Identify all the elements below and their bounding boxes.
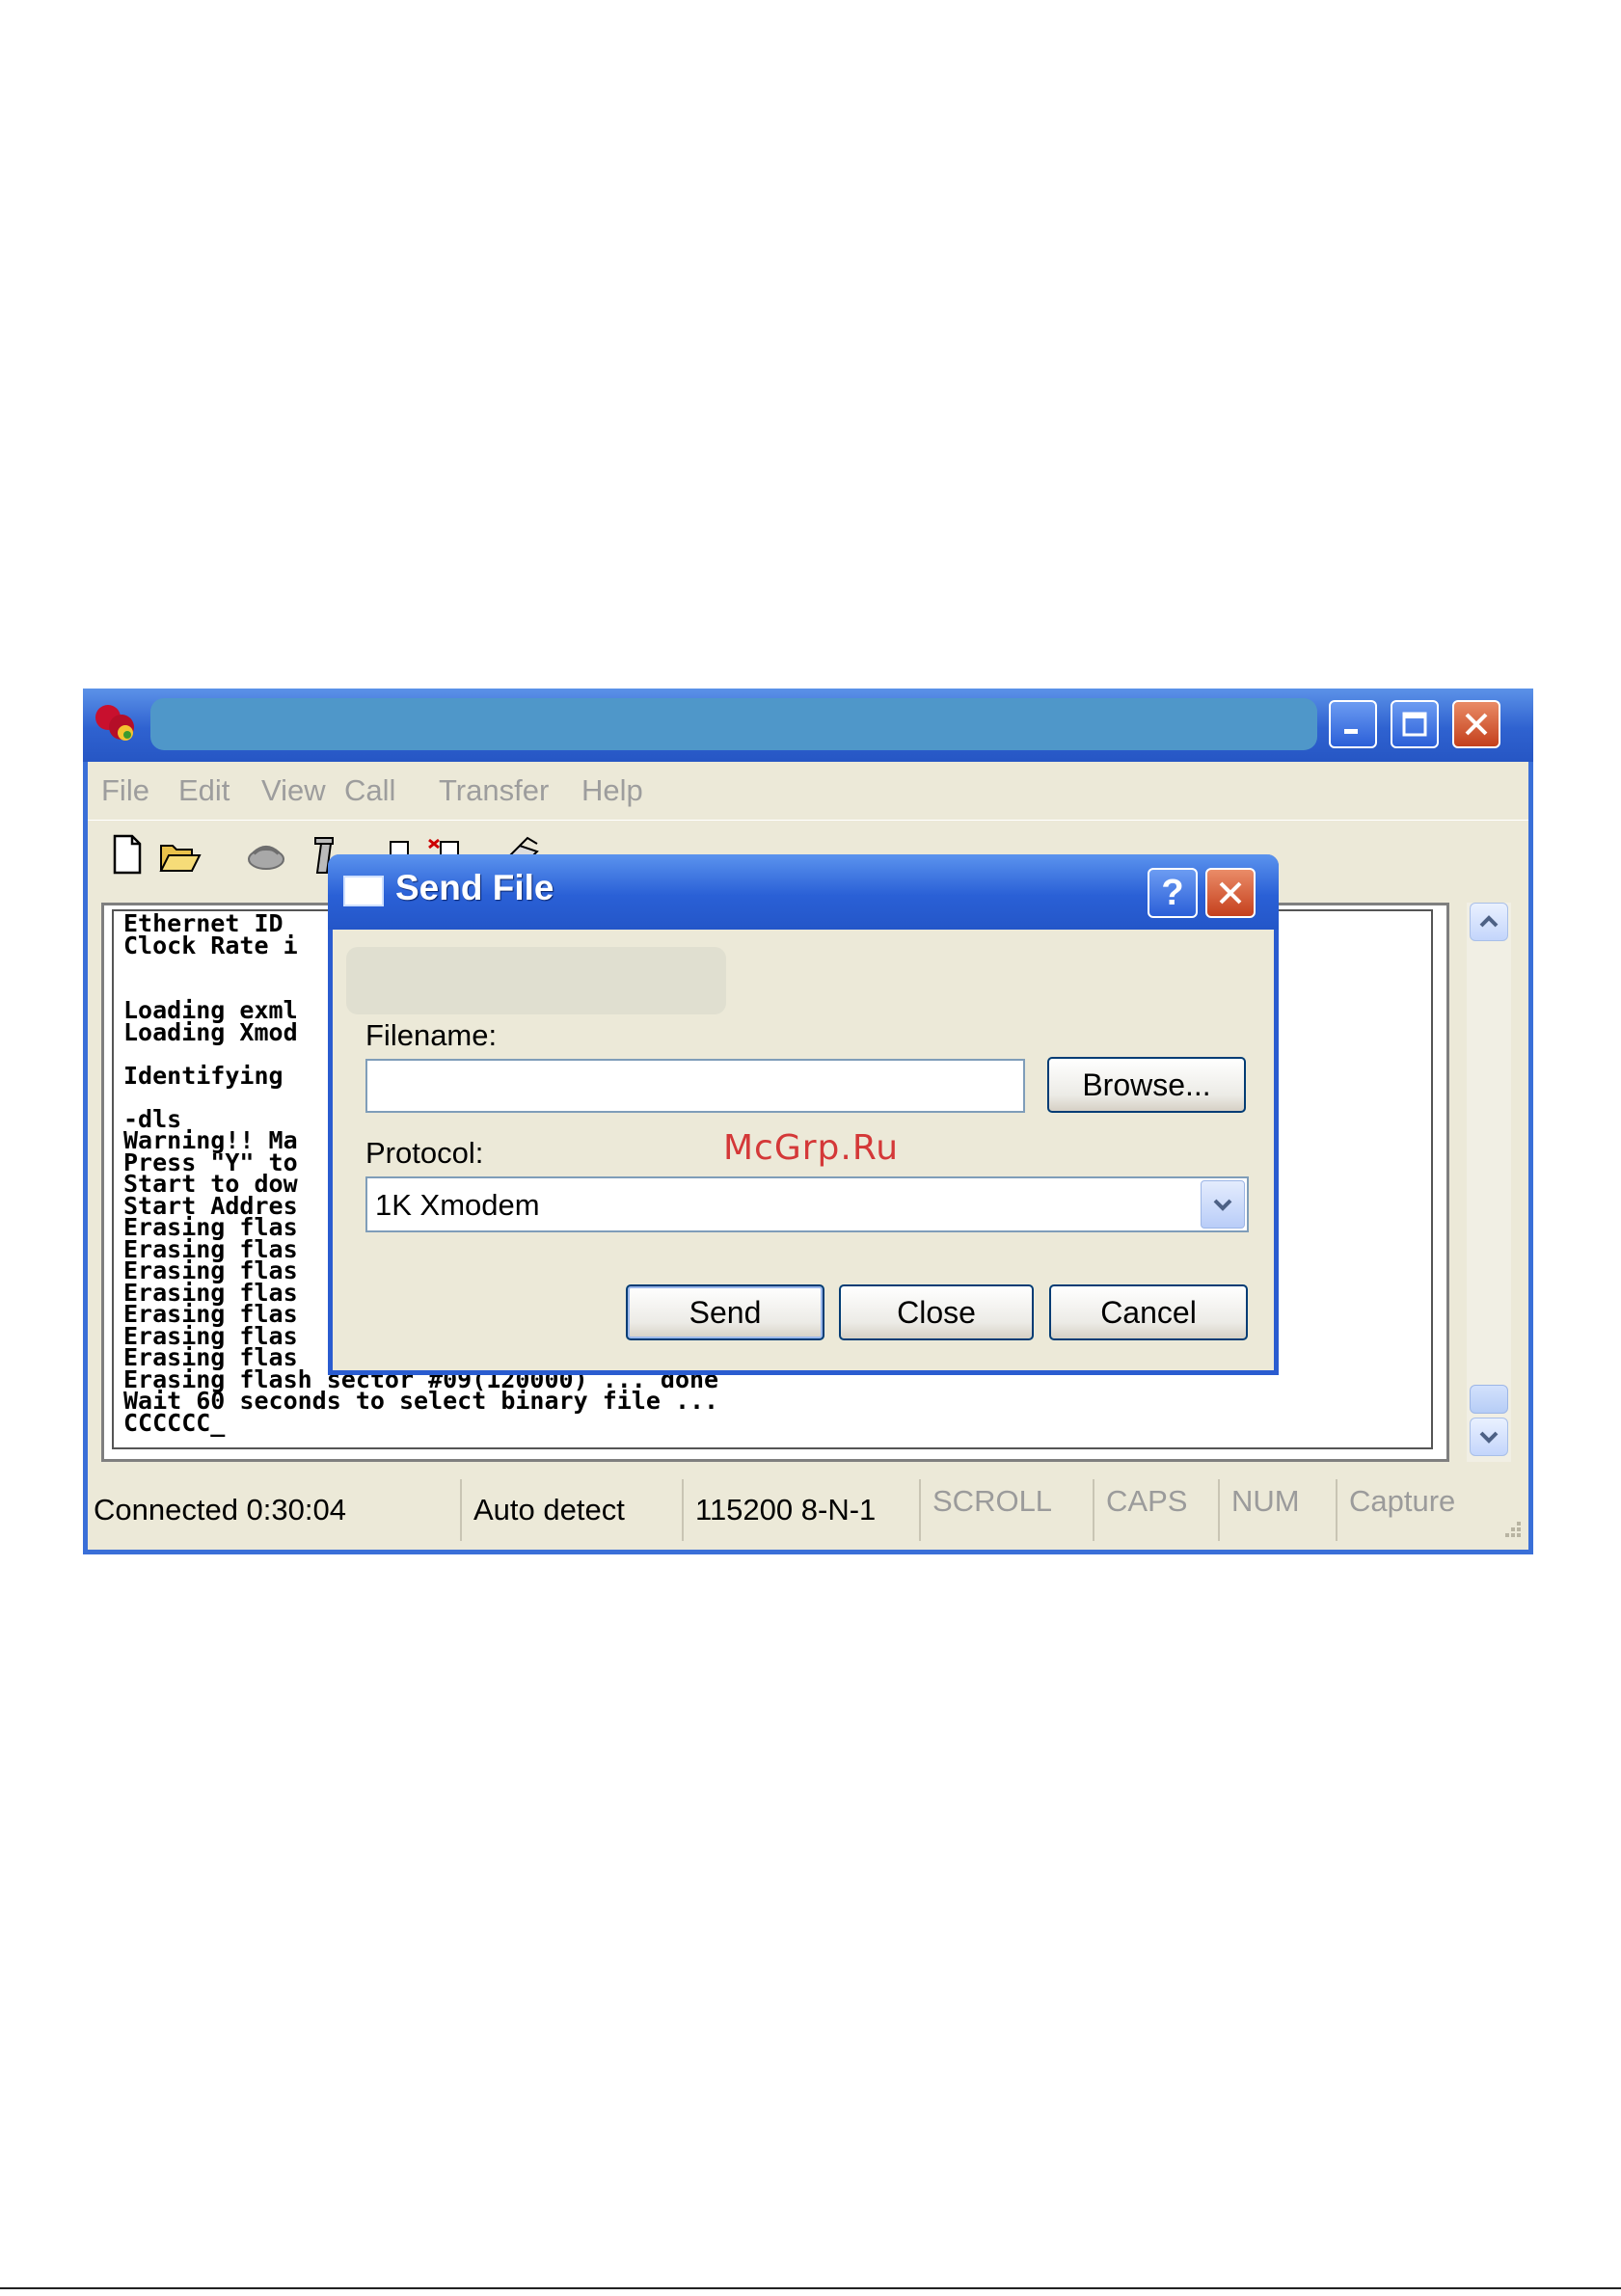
- maximize-icon: [1402, 712, 1427, 737]
- cancel-button[interactable]: Cancel: [1049, 1284, 1248, 1340]
- close-button[interactable]: [1452, 700, 1500, 748]
- send-button[interactable]: Send: [626, 1284, 824, 1340]
- terminal-line: Wait 60 seconds to select binary file ..…: [123, 1387, 719, 1415]
- filename-input[interactable]: [365, 1059, 1025, 1113]
- dialog-close-text-button[interactable]: Close: [839, 1284, 1034, 1340]
- send-file-dialog: Send File ? Filename: Browse... Protocol…: [328, 854, 1279, 1375]
- title-bar: [83, 689, 1533, 762]
- status-bar: Connected 0:30:04 Auto detect 115200 8-N…: [88, 1479, 1528, 1547]
- status-num: NUM: [1226, 1479, 1337, 1541]
- protocol-select[interactable]: 1K Xmodem: [365, 1176, 1249, 1232]
- dialog-title-bar: Send File ?: [328, 854, 1279, 930]
- menu-call[interactable]: Call: [344, 773, 395, 808]
- resize-grip-icon[interactable]: [1496, 1512, 1525, 1541]
- chevron-up-icon: [1479, 915, 1499, 928]
- chevron-down-icon: [1213, 1199, 1232, 1211]
- menu-view[interactable]: View: [261, 773, 326, 808]
- status-connected: Connected 0:30:04: [88, 1479, 462, 1541]
- browse-button[interactable]: Browse...: [1047, 1057, 1246, 1113]
- minimize-icon: [1344, 729, 1358, 734]
- dialog-close-button[interactable]: [1205, 868, 1256, 918]
- open-folder-icon[interactable]: [157, 832, 202, 877]
- menu-transfer[interactable]: Transfer: [439, 773, 549, 808]
- watermark-text: McGrp.Ru: [723, 1128, 900, 1168]
- status-port: 115200 8-N-1: [689, 1479, 921, 1541]
- status-caps: CAPS: [1100, 1479, 1220, 1541]
- connect-icon[interactable]: [244, 832, 288, 877]
- close-icon: [1219, 881, 1242, 905]
- terminal-scrollbar[interactable]: [1467, 903, 1511, 1462]
- status-capture: Capture: [1349, 1484, 1456, 1518]
- help-button[interactable]: ?: [1148, 868, 1198, 918]
- menu-edit[interactable]: Edit: [178, 773, 230, 808]
- dialog-window-icon: [343, 876, 384, 906]
- scroll-down-button[interactable]: [1470, 1418, 1508, 1456]
- chevron-down-icon: [1479, 1431, 1499, 1444]
- window-title: [150, 698, 1317, 750]
- scroll-thumb[interactable]: [1470, 1385, 1508, 1414]
- terminal-line: CCCCCC_: [123, 1408, 226, 1437]
- dialog-title: Send File: [395, 868, 554, 907]
- scroll-up-button[interactable]: [1470, 903, 1508, 941]
- menu-bar: File Edit View Call Transfer Help: [88, 762, 1528, 820]
- close-icon: [1465, 713, 1488, 736]
- protocol-label: Protocol:: [365, 1136, 484, 1170]
- status-detect: Auto detect: [468, 1479, 684, 1541]
- menu-file[interactable]: File: [101, 773, 149, 808]
- maximize-button[interactable]: [1391, 700, 1439, 748]
- protocol-value: 1K Xmodem: [375, 1188, 540, 1222]
- filename-label: Filename:: [365, 1018, 498, 1052]
- menu-help[interactable]: Help: [581, 773, 643, 808]
- folder-info-placeholder: [346, 947, 726, 1014]
- protocol-dropdown-button[interactable]: [1201, 1180, 1245, 1229]
- new-document-icon[interactable]: [105, 832, 149, 877]
- help-icon: ?: [1161, 872, 1184, 913]
- status-scroll: SCROLL: [927, 1479, 1094, 1541]
- minimize-button[interactable]: [1329, 700, 1377, 748]
- page-divider: [0, 2287, 1621, 2289]
- app-phone-icon[interactable]: [93, 702, 141, 746]
